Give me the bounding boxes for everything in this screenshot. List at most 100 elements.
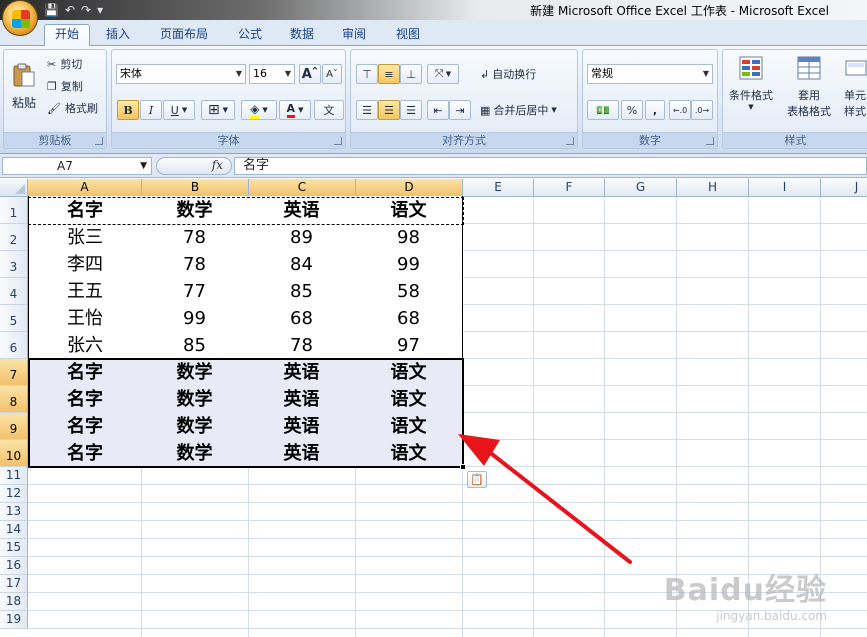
conditional-formatting-button[interactable]: 条件格式 ▼ — [725, 54, 777, 124]
name-box[interactable]: A7 ▼ — [2, 157, 152, 175]
font-size-combo[interactable]: 16 ▼ — [249, 64, 295, 84]
row-header-10[interactable]: 10 — [0, 440, 28, 467]
column-header-j[interactable]: J — [821, 179, 867, 197]
cell-b1[interactable]: 数学 — [141, 196, 249, 224]
row-header-4[interactable]: 4 — [0, 278, 28, 305]
row-header-1[interactable]: 1 — [0, 197, 28, 224]
align-middle-button[interactable]: ≡ — [378, 64, 400, 84]
column-header-c[interactable]: C — [249, 179, 356, 197]
column-header-a[interactable]: A — [28, 179, 142, 197]
redo-icon[interactable]: ↷ — [81, 3, 91, 17]
cell-styles-button[interactable]: 单元 样式 — [841, 54, 867, 124]
currency-button[interactable]: 💵 — [587, 100, 619, 120]
cell-a2[interactable]: 张三 — [28, 223, 142, 251]
number-format-combo[interactable]: 常规 ▼ — [587, 64, 713, 84]
cell-b6[interactable]: 85 — [141, 331, 249, 359]
cell-d6[interactable]: 97 — [355, 331, 463, 359]
row-header-8[interactable]: 8 — [0, 386, 28, 413]
cut-button[interactable]: ✂ 剪切 — [46, 55, 104, 73]
cell-a3[interactable]: 李四 — [28, 250, 142, 278]
cell-b3[interactable]: 78 — [141, 250, 249, 278]
cell-d9[interactable]: 语文 — [355, 412, 463, 440]
format-painter-button[interactable]: 🖌 格式刷 — [46, 99, 106, 117]
cell-a1[interactable]: 名字 — [28, 196, 142, 224]
align-left-button[interactable]: ☰ — [356, 100, 378, 120]
select-all-corner[interactable] — [0, 179, 28, 197]
cell-c9[interactable]: 英语 — [248, 412, 356, 440]
cell-d10[interactable]: 语文 — [355, 439, 463, 467]
cell-d8[interactable]: 语文 — [355, 385, 463, 413]
tab-formulas[interactable]: 公式 — [230, 25, 270, 46]
insert-function-area[interactable]: fx — [156, 157, 232, 175]
row-header-5[interactable]: 5 — [0, 305, 28, 332]
clipboard-dialog-launcher[interactable] — [95, 137, 103, 145]
row-header-16[interactable]: 16 — [0, 557, 28, 575]
orientation-button[interactable]: ⤧ ▼ — [427, 64, 459, 84]
fill-color-button[interactable]: ◈ ▼ — [241, 100, 277, 120]
row-header-3[interactable]: 3 — [0, 251, 28, 278]
office-button[interactable] — [2, 0, 38, 36]
cell-b8[interactable]: 数学 — [141, 385, 249, 413]
cell-c2[interactable]: 89 — [248, 223, 356, 251]
tab-page-layout[interactable]: 页面布局 — [152, 25, 216, 46]
row-header-12[interactable]: 12 — [0, 485, 28, 503]
row-header-19[interactable]: 19 — [0, 611, 28, 629]
column-header-g[interactable]: G — [605, 179, 677, 197]
font-dialog-launcher[interactable] — [334, 137, 342, 145]
undo-icon[interactable]: ↶ — [65, 3, 75, 17]
formula-input[interactable]: 名字 — [234, 157, 867, 175]
font-color-button[interactable]: A ▼ — [279, 100, 311, 120]
cell-a8[interactable]: 名字 — [28, 385, 142, 413]
font-name-combo[interactable]: 宋体 ▼ — [116, 64, 246, 84]
wrap-text-button[interactable]: ↲ 自动换行 — [479, 64, 559, 84]
cell-b4[interactable]: 77 — [141, 277, 249, 305]
cell-a9[interactable]: 名字 — [28, 412, 142, 440]
cell-a10[interactable]: 名字 — [28, 439, 142, 467]
row-header-7[interactable]: 7 — [0, 359, 28, 386]
cell-b9[interactable]: 数学 — [141, 412, 249, 440]
italic-button[interactable]: I — [140, 100, 162, 120]
paste-options-button[interactable]: 📋 — [467, 471, 487, 488]
align-center-button[interactable]: ☰ — [378, 100, 400, 120]
cell-c5[interactable]: 68 — [248, 304, 356, 332]
cell-a7[interactable]: 名字 — [28, 358, 142, 386]
row-header-18[interactable]: 18 — [0, 593, 28, 611]
row-header-2[interactable]: 2 — [0, 224, 28, 251]
cell-c7[interactable]: 英语 — [248, 358, 356, 386]
grow-font-button[interactable]: Aˆ — [299, 64, 321, 84]
cell-c8[interactable]: 英语 — [248, 385, 356, 413]
column-header-i[interactable]: I — [749, 179, 821, 197]
tab-review[interactable]: 审阅 — [334, 25, 374, 46]
cell-a5[interactable]: 王怡 — [28, 304, 142, 332]
cell-b2[interactable]: 78 — [141, 223, 249, 251]
underline-button[interactable]: U ▼ — [163, 100, 195, 120]
alignment-dialog-launcher[interactable] — [566, 137, 574, 145]
row-header-15[interactable]: 15 — [0, 539, 28, 557]
tab-data[interactable]: 数据 — [282, 25, 322, 46]
row-header-17[interactable]: 17 — [0, 575, 28, 593]
align-top-button[interactable]: ⊤ — [356, 64, 378, 84]
save-icon[interactable]: 💾 — [44, 3, 59, 17]
percent-button[interactable]: % — [621, 100, 643, 120]
comma-button[interactable]: , — [645, 100, 665, 120]
shrink-font-button[interactable]: Aˇ — [322, 64, 342, 84]
cell-c6[interactable]: 78 — [248, 331, 356, 359]
row-header-11[interactable]: 11 — [0, 467, 28, 485]
copy-button[interactable]: ❐ 复制 — [46, 77, 104, 95]
phonetic-button[interactable]: 文 — [314, 100, 344, 120]
increase-decimal-button[interactable]: ←.0 — [669, 100, 691, 120]
insert-function-icon[interactable]: fx — [212, 158, 223, 172]
tab-view[interactable]: 视图 — [388, 25, 428, 46]
cell-d5[interactable]: 68 — [355, 304, 463, 332]
cell-d7[interactable]: 语文 — [355, 358, 463, 386]
cell-b7[interactable]: 数学 — [141, 358, 249, 386]
cell-b10[interactable]: 数学 — [141, 439, 249, 467]
cell-d4[interactable]: 58 — [355, 277, 463, 305]
row-header-6[interactable]: 6 — [0, 332, 28, 359]
cell-c1[interactable]: 英语 — [248, 196, 356, 224]
fill-handle[interactable] — [460, 464, 466, 470]
column-header-d[interactable]: D — [356, 179, 463, 197]
cell-c3[interactable]: 84 — [248, 250, 356, 278]
bold-button[interactable]: B — [117, 100, 139, 120]
borders-button[interactable]: ⊞ ▼ — [201, 100, 235, 120]
